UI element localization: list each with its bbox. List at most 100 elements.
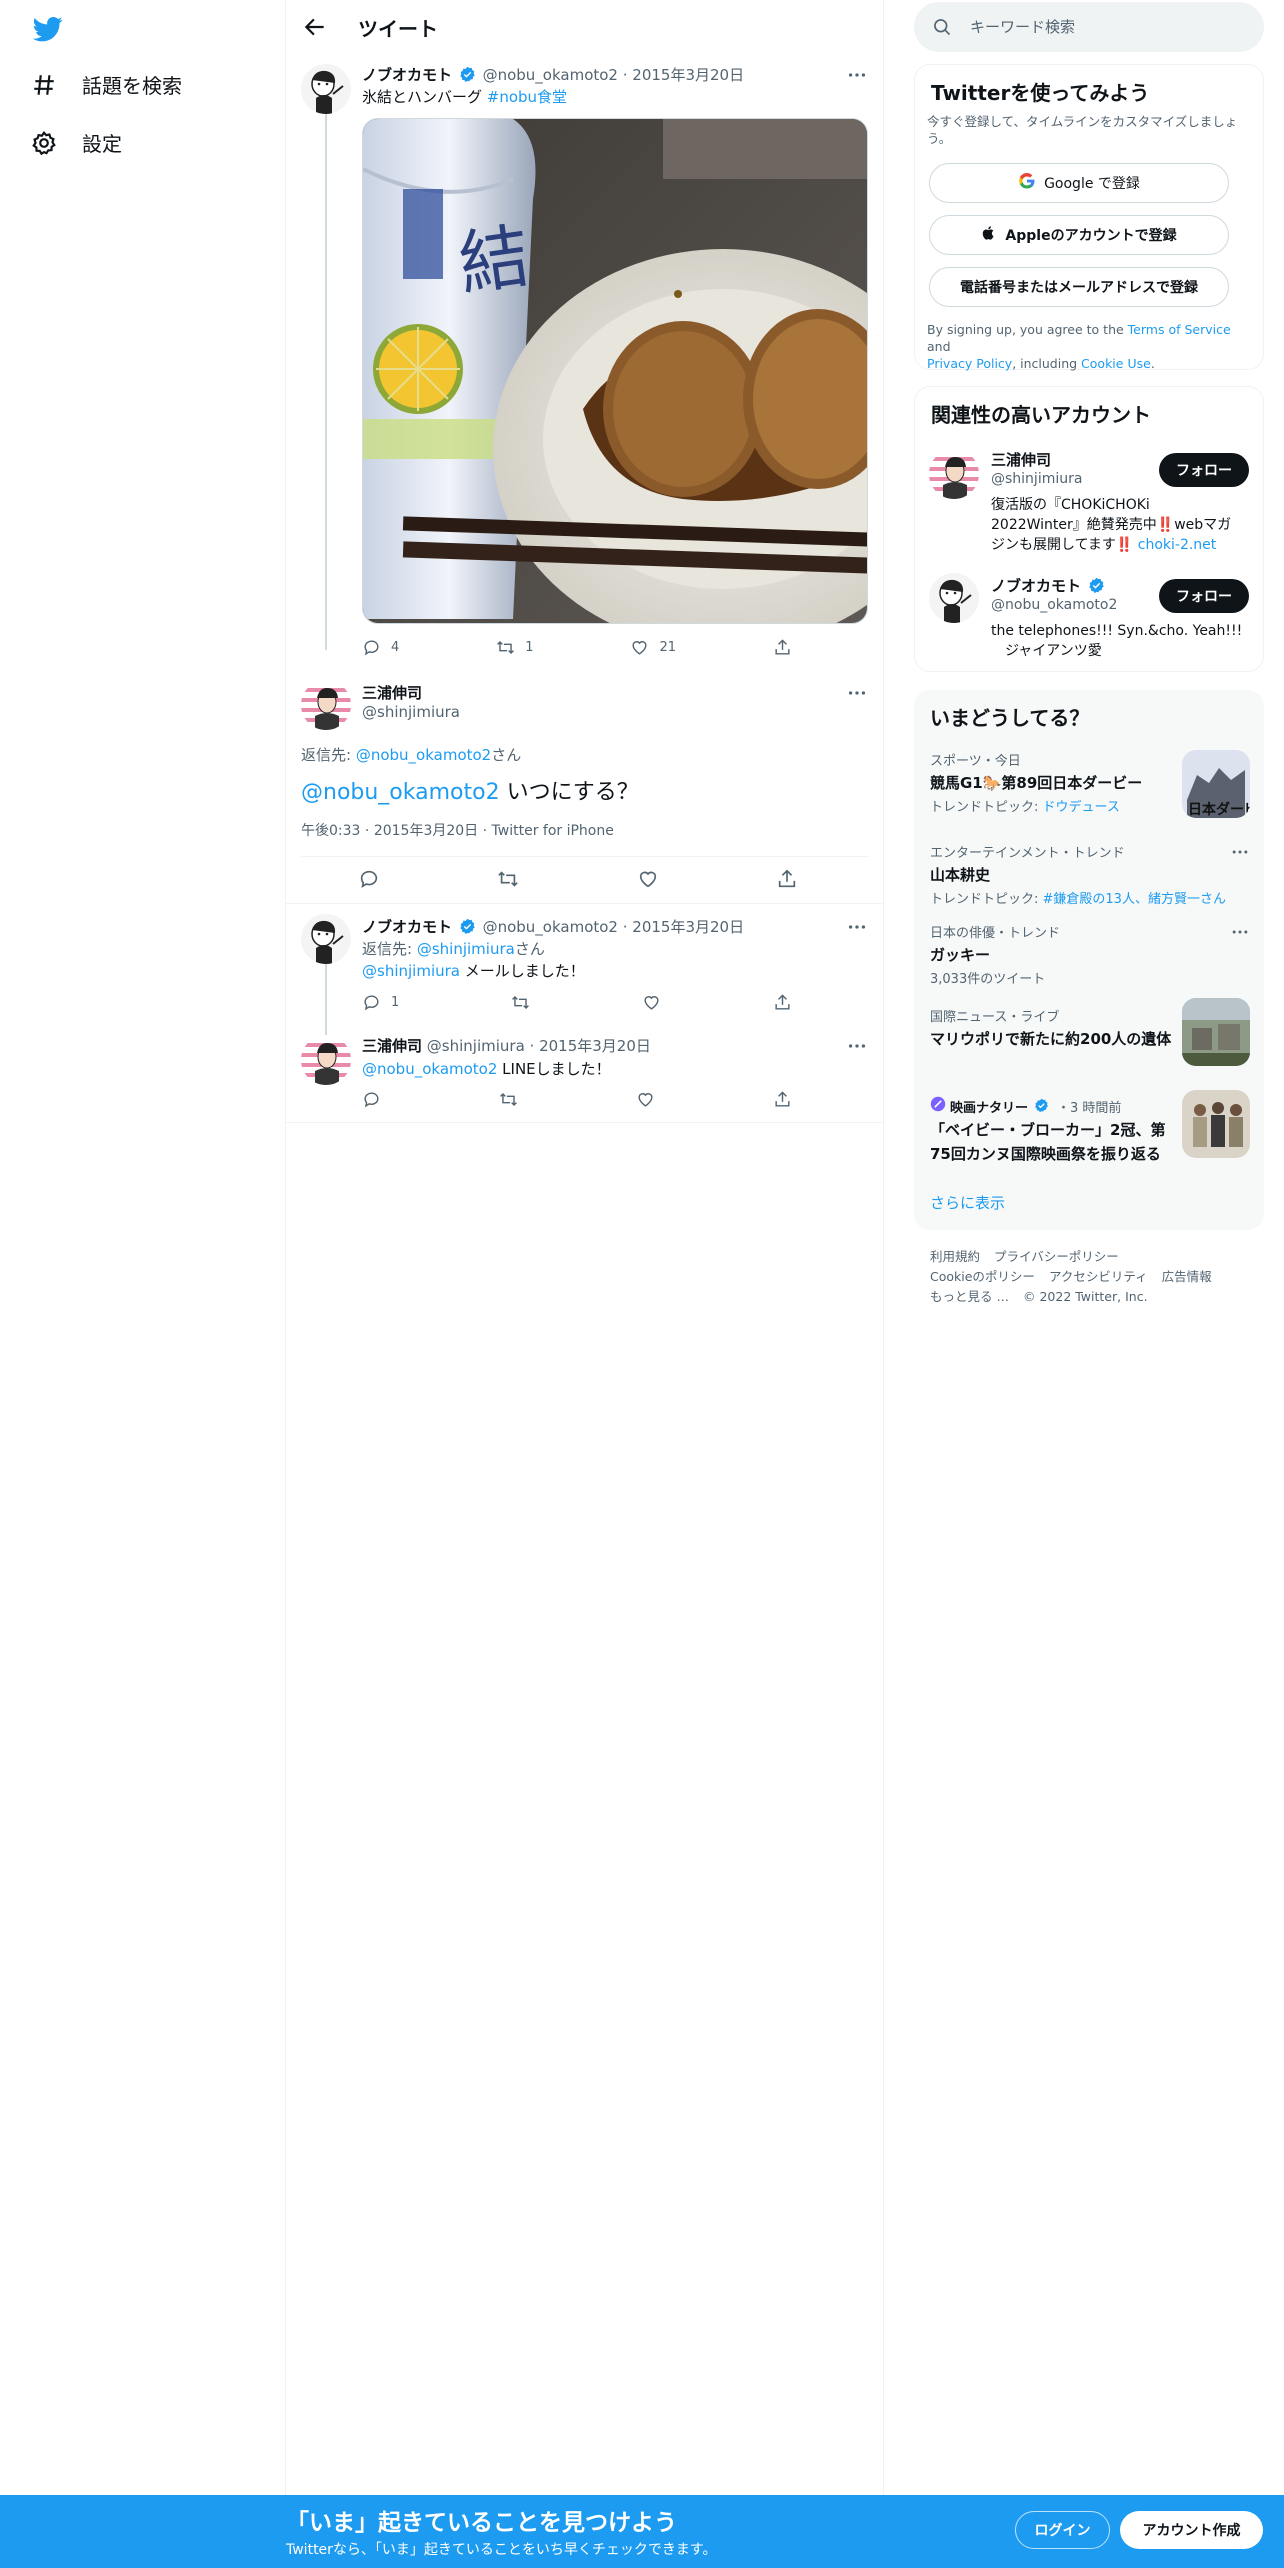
author-handle[interactable]: @nobu_okamoto2 [483, 66, 618, 84]
more-options-icon[interactable] [1230, 922, 1250, 946]
avatar[interactable] [301, 64, 351, 114]
tweet-date[interactable]: 2015年3月20日 [374, 823, 478, 839]
google-icon [1018, 172, 1036, 194]
like-button[interactable]: 21 [630, 638, 676, 657]
footer-more-link[interactable]: もっと見る … [930, 1289, 1009, 1304]
account-name[interactable]: 三浦伸司 [991, 449, 1051, 470]
trend-title: ガッキー [930, 946, 991, 964]
login-button[interactable]: ログイン [1015, 2511, 1110, 2549]
more-options-icon[interactable] [846, 64, 868, 86]
like-button[interactable] [642, 993, 661, 1012]
share-icon [778, 869, 796, 888]
more-options-icon[interactable] [846, 682, 868, 704]
retweet-button[interactable] [499, 1090, 518, 1109]
author-handle[interactable]: @nobu_okamoto2 [483, 918, 618, 936]
twitter-logo-icon[interactable] [30, 14, 66, 44]
tweet-time[interactable]: 午後0:33 [301, 823, 360, 839]
bio-link[interactable]: choki-2.net [1138, 537, 1217, 553]
reply-button[interactable]: 1 [362, 993, 399, 1012]
retweet-button[interactable]: 1 [496, 638, 534, 657]
cookie-link[interactable]: Cookie Use [1081, 356, 1151, 371]
tweet-date[interactable]: 2015年3月20日 [632, 918, 744, 936]
trends-card: いまどうしてる？ スポーツ・今日 競馬G1🐎第89回日本ダービー トレンドトピッ… [914, 690, 1264, 1230]
apple-signup-button[interactable]: Appleのアカウントで登録 [929, 215, 1229, 255]
author-name[interactable]: ノブオカモト [362, 66, 452, 84]
reply-button[interactable]: 4 [362, 638, 399, 657]
author-handle[interactable]: @shinjimiura [427, 1037, 525, 1055]
create-account-button[interactable]: アカウント作成 [1120, 2511, 1263, 2549]
more-options-icon[interactable] [1230, 842, 1250, 866]
tweet-header: ノブオカモト @nobu_okamoto2 · 2015年3月20日 [362, 916, 744, 937]
trend-meta: エンターテインメント・トレンド [930, 846, 1125, 861]
divider [286, 1122, 884, 1123]
trend-item[interactable]: エンターテインメント・トレンド 山本耕史 トレンドトピック: #鎌倉殿の13人、… [930, 842, 1250, 907]
terms-and: and [927, 339, 951, 354]
footer-link[interactable]: プライバシーポリシー [994, 1249, 1119, 1264]
avatar[interactable] [301, 1035, 351, 1085]
nav-settings[interactable]: 設定 [30, 128, 122, 157]
like-button[interactable] [637, 868, 659, 890]
google-signup-button[interactable]: Google で登録 [929, 163, 1229, 203]
verified-badge-icon [1034, 1098, 1051, 1115]
footer-link[interactable]: 広告情報 [1162, 1269, 1212, 1284]
more-options-icon[interactable] [846, 916, 868, 938]
retweet-button[interactable] [511, 993, 530, 1012]
mention-link[interactable]: @shinjimiura [362, 962, 460, 980]
trend-sub-link[interactable]: #鎌倉殿の13人、緒方賢一さん [1043, 892, 1226, 907]
hashtag-link[interactable]: #nobu食堂 [487, 88, 567, 106]
mention-link[interactable]: @nobu_okamoto2 [301, 780, 500, 805]
trend-title: 山本耕史 [930, 866, 991, 884]
like-button[interactable] [636, 1090, 655, 1109]
search-box[interactable] [914, 2, 1264, 52]
tweet-date[interactable]: 2015年3月20日 [539, 1037, 651, 1055]
share-button[interactable] [776, 868, 798, 890]
avatar[interactable] [301, 680, 351, 730]
mention-link[interactable]: @nobu_okamoto2 [362, 1060, 497, 1078]
share-button[interactable] [773, 638, 792, 657]
avatar[interactable] [929, 573, 979, 623]
tweet-body: メールしました！ [459, 962, 585, 980]
account-name[interactable]: ノブオカモト [991, 577, 1081, 595]
author-name[interactable]: 三浦伸司 [362, 1037, 422, 1055]
follow-button[interactable]: フォロー [1159, 579, 1249, 613]
footer-link[interactable]: 利用規約 [930, 1249, 980, 1264]
share-button[interactable] [773, 993, 792, 1012]
footer-link[interactable]: アクセシビリティ [1049, 1269, 1148, 1284]
signup-card: Twitterを使ってみよう 今すぐ登録して、タイムラインをカスタマイズしましょ… [914, 64, 1264, 371]
author-name[interactable]: 三浦伸司 [362, 684, 422, 702]
follow-button[interactable]: フォロー [1159, 453, 1249, 487]
retweet-button[interactable] [497, 868, 519, 890]
trend-item[interactable]: 映画ナタリー ・3 時間前 「ベイビー・ブローカー」2冠、第 75回カンヌ国際映… [930, 1090, 1250, 1164]
reply-button[interactable] [362, 1090, 381, 1109]
main-column: ツイート ノブオカモト @nobu_okamoto2 · 2015年3月20日 … [286, 0, 884, 2495]
tweet-photo[interactable]: 結 [362, 118, 868, 624]
phone-email-signup-button[interactable]: 電話番号またはメールアドレスで登録 [929, 267, 1229, 307]
avatar[interactable] [929, 449, 979, 499]
trend-item[interactable]: スポーツ・今日 競馬G1🐎第89回日本ダービー トレンドトピック: ドウデュース… [930, 750, 1250, 818]
back-arrow-icon[interactable] [302, 14, 328, 40]
reply-to-link[interactable]: @nobu_okamoto2 [356, 746, 491, 764]
privacy-link[interactable]: Privacy Policy [927, 356, 1012, 371]
show-more-link[interactable]: さらに表示 [930, 1192, 1005, 1213]
terms-link[interactable]: Terms of Service [1128, 322, 1231, 337]
author-handle[interactable]: @shinjimiura [362, 703, 460, 721]
reply-button[interactable] [358, 868, 380, 890]
account-handle[interactable]: @shinjimiura [991, 471, 1082, 487]
footer-link[interactable]: Cookieのポリシー [930, 1269, 1035, 1284]
avatar[interactable] [301, 914, 351, 964]
nav-explore[interactable]: 話題を検索 [30, 70, 182, 99]
search-input[interactable] [970, 2, 1250, 52]
trend-item[interactable]: 国際ニュース・ライブ マリウポリで新たに約200人の遺体 [930, 998, 1250, 1066]
publisher-name: 映画ナタリー [950, 1100, 1029, 1116]
author-name[interactable]: ノブオカモト [362, 918, 452, 936]
reply-to-link[interactable]: @shinjimiura [417, 940, 515, 958]
more-options-icon[interactable] [846, 1035, 868, 1057]
svg-text:結: 結 [454, 215, 535, 306]
account-handle[interactable]: @nobu_okamoto2 [991, 597, 1117, 613]
share-button[interactable] [773, 1090, 792, 1109]
trend-item[interactable]: 日本の俳優・トレンド ガッキー 3,033件のツイート [930, 922, 1250, 987]
trend-sub-link[interactable]: ドウデュース [1043, 800, 1120, 815]
tweet-source[interactable]: Twitter for iPhone [492, 823, 614, 839]
tweet-text: 氷結とハンバーグ #nobu食堂 [362, 86, 567, 107]
tweet-date[interactable]: 2015年3月20日 [632, 66, 744, 84]
